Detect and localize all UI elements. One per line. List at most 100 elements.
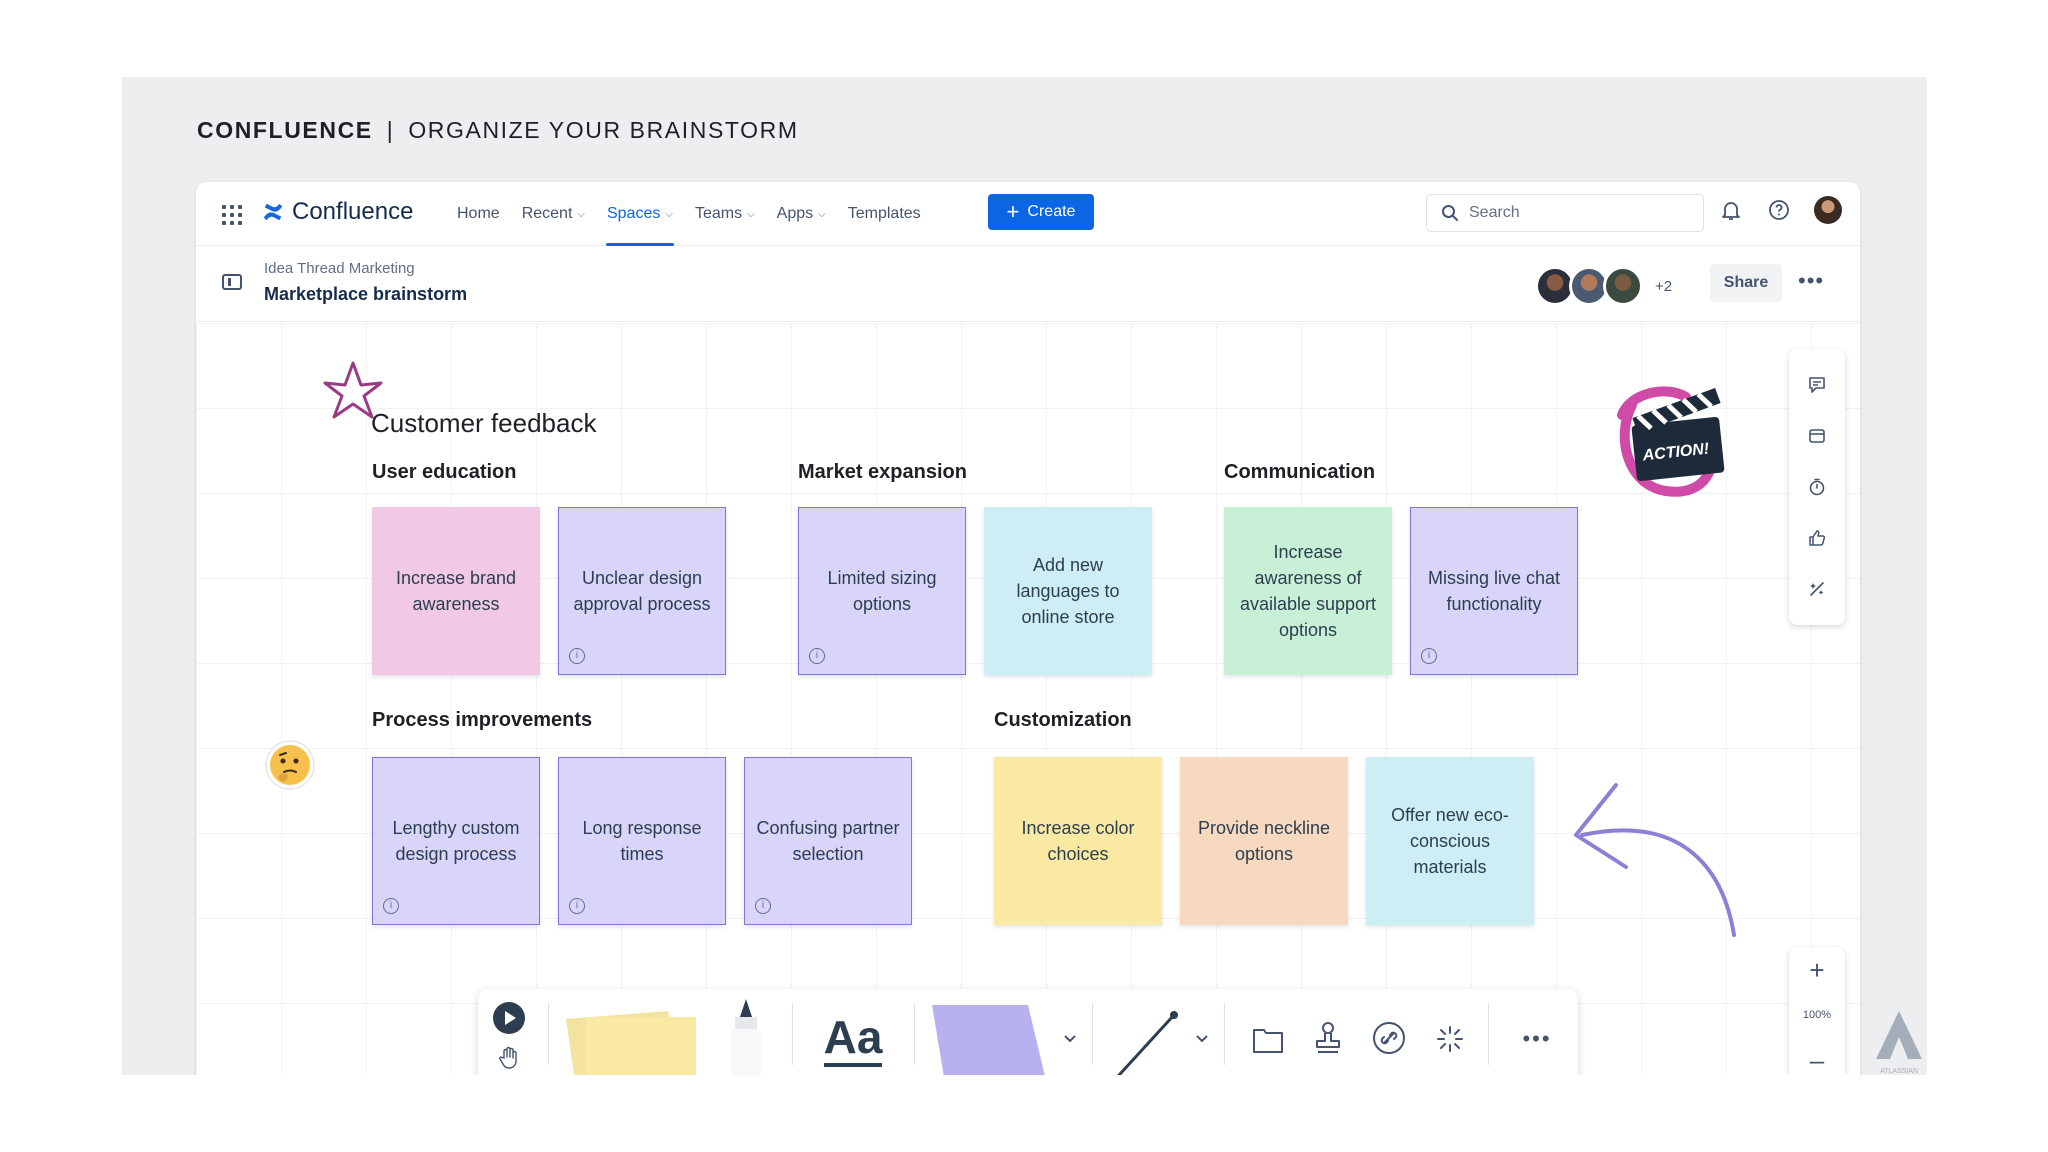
sticky-note-text: Increase color choices (1021, 818, 1135, 864)
more-options-icon[interactable]: ••• (1798, 268, 1824, 294)
section-title-user-education[interactable]: User education (372, 461, 516, 484)
user-avatar[interactable] (1814, 196, 1842, 224)
create-button-label: Create (1027, 203, 1076, 220)
presentation-slide: CONFLUENCE | ORGANIZE YOUR BRAINSTORM Co… (122, 77, 1927, 1075)
svg-text:ATLASSIAN: ATLASSIAN (1880, 1068, 1918, 1075)
sticky-note[interactable]: Increase brand awareness (372, 507, 540, 675)
confluence-logo[interactable]: Confluence (262, 198, 413, 226)
sticky-note[interactable]: Lengthy custom design process i (372, 757, 540, 925)
timer-icon[interactable] (1805, 475, 1829, 499)
hand-pan-tool[interactable] (492, 1041, 526, 1075)
nav-apps[interactable]: Apps ⌵ (766, 182, 837, 246)
sticky-note[interactable]: Increase awareness of available support … (1224, 507, 1392, 675)
create-button[interactable]: + Create (988, 194, 1094, 230)
search-placeholder: Search (1469, 204, 1520, 221)
sticky-note-text: Lengthy custom design process (392, 818, 520, 864)
breadcrumb[interactable]: Idea Thread Marketing (264, 260, 415, 277)
info-icon[interactable]: i (809, 648, 825, 664)
sidebar-toggle-icon[interactable] (222, 274, 242, 290)
section-title-customization[interactable]: Customization (994, 709, 1132, 732)
vote-thumbs-up-icon[interactable] (1805, 526, 1829, 550)
nav-home[interactable]: Home (446, 182, 511, 246)
toolbar-divider (548, 1003, 549, 1065)
line-options-dropdown[interactable] (1190, 1027, 1214, 1051)
collaborators-more-count[interactable]: +2 (1655, 278, 1672, 295)
sticky-note-tool[interactable] (558, 999, 708, 1075)
app-switcher-icon[interactable] (222, 205, 242, 225)
nav-teams[interactable]: Teams ⌵ (684, 182, 766, 246)
nav-apps-label: Apps (776, 205, 814, 222)
template-icon[interactable] (1805, 424, 1829, 448)
notifications-bell-icon[interactable] (1718, 197, 1744, 223)
sticky-note[interactable]: Increase color choices (994, 757, 1162, 925)
sticky-note[interactable]: Missing live chat functionality i (1410, 507, 1578, 675)
confluence-window: Confluence Home Recent ⌵ Spaces ⌵ Teams … (196, 182, 1860, 1075)
nav-recent-label: Recent (521, 205, 573, 222)
sticky-note-text: Increase brand awareness (395, 568, 517, 614)
text-tool[interactable]: Aa (808, 1009, 898, 1069)
frame-tool[interactable] (1248, 1019, 1288, 1059)
nav-home-label: Home (457, 205, 500, 222)
info-icon[interactable]: i (755, 898, 771, 914)
curved-arrow-doodle-icon[interactable] (1566, 763, 1756, 943)
sticky-note-text: Increase awareness of available support … (1239, 542, 1377, 640)
whiteboard-canvas[interactable]: Customer feedback User education Market … (196, 323, 1860, 1075)
chevron-down-icon: ⌵ (665, 208, 673, 220)
info-icon[interactable]: i (569, 648, 585, 664)
sticky-note[interactable]: Confusing partner selection i (744, 757, 912, 925)
text-tool-label: Aa (823, 1011, 883, 1067)
collaborator-avatar[interactable] (1603, 266, 1643, 306)
collaborators[interactable]: +2 (1535, 266, 1672, 306)
info-icon[interactable]: i (1421, 648, 1437, 664)
search-input[interactable]: Search (1426, 194, 1704, 232)
link-tool[interactable] (1368, 1017, 1410, 1059)
zoom-level: 100% (1802, 1009, 1832, 1021)
ai-tool[interactable] (1430, 1019, 1470, 1059)
sticky-note[interactable]: Unclear design approval process i (558, 507, 726, 675)
headline-subtitle: ORGANIZE YOUR BRAINSTORM (408, 117, 799, 143)
right-tool-rail (1789, 349, 1845, 625)
sticky-note[interactable]: Limited sizing options i (798, 507, 966, 675)
sticky-note[interactable]: Offer new eco-conscious materials (1366, 757, 1534, 925)
toolbar-divider (792, 1003, 793, 1065)
chevron-down-icon: ⌵ (577, 208, 585, 220)
stamp-tool[interactable] (1308, 1017, 1348, 1059)
connector-line-tool[interactable] (1098, 1003, 1188, 1075)
chevron-down-icon (1196, 1035, 1208, 1043)
shape-tool[interactable] (924, 1001, 1054, 1075)
action-clapperboard-sticker[interactable]: ACTION! (1616, 375, 1728, 499)
section-title-communication[interactable]: Communication (1224, 461, 1375, 484)
zoom-in-button[interactable]: + (1809, 957, 1824, 983)
comment-icon[interactable] (1805, 373, 1829, 397)
nav-spaces[interactable]: Spaces ⌵ (596, 182, 684, 246)
whiteboard-toolbar: Aa ••• (478, 989, 1578, 1075)
shape-parallelogram-icon (932, 1005, 1045, 1075)
nav-templates[interactable]: Templates (837, 182, 932, 246)
nav-recent[interactable]: Recent ⌵ (511, 182, 596, 246)
shape-options-dropdown[interactable] (1058, 1027, 1082, 1051)
section-title-market-expansion[interactable]: Market expansion (798, 461, 967, 484)
toolbar-divider (1488, 1003, 1489, 1065)
marker-pen-tool[interactable] (716, 995, 776, 1075)
nav-templates-label: Templates (847, 205, 921, 222)
page-header: Idea Thread Marketing Marketplace brains… (196, 246, 1860, 322)
sticky-note[interactable]: Long response times i (558, 757, 726, 925)
section-title-process-improvements[interactable]: Process improvements (372, 709, 592, 732)
info-icon[interactable]: i (569, 898, 585, 914)
headline-brand: CONFLUENCE (197, 117, 373, 143)
help-icon[interactable] (1766, 197, 1792, 223)
present-play-button[interactable] (488, 997, 530, 1039)
zoom-control: + 100% – (1789, 947, 1845, 1075)
share-button[interactable]: Share (1710, 264, 1782, 302)
app-name: Confluence (292, 198, 414, 225)
zoom-out-button[interactable]: – (1810, 1047, 1824, 1073)
canvas-title[interactable]: Customer feedback (371, 408, 596, 439)
info-icon[interactable]: i (383, 898, 399, 914)
more-tools-icon[interactable]: ••• (1512, 1019, 1562, 1059)
sticky-note[interactable]: Add new languages to online store (984, 507, 1152, 675)
sticky-note[interactable]: Provide neckline options (1180, 757, 1348, 925)
ai-sparkle-icon[interactable] (1805, 577, 1829, 601)
nav-teams-label: Teams (694, 205, 743, 222)
toolbar-divider (914, 1003, 915, 1065)
thinking-emoji-icon[interactable] (264, 739, 316, 791)
